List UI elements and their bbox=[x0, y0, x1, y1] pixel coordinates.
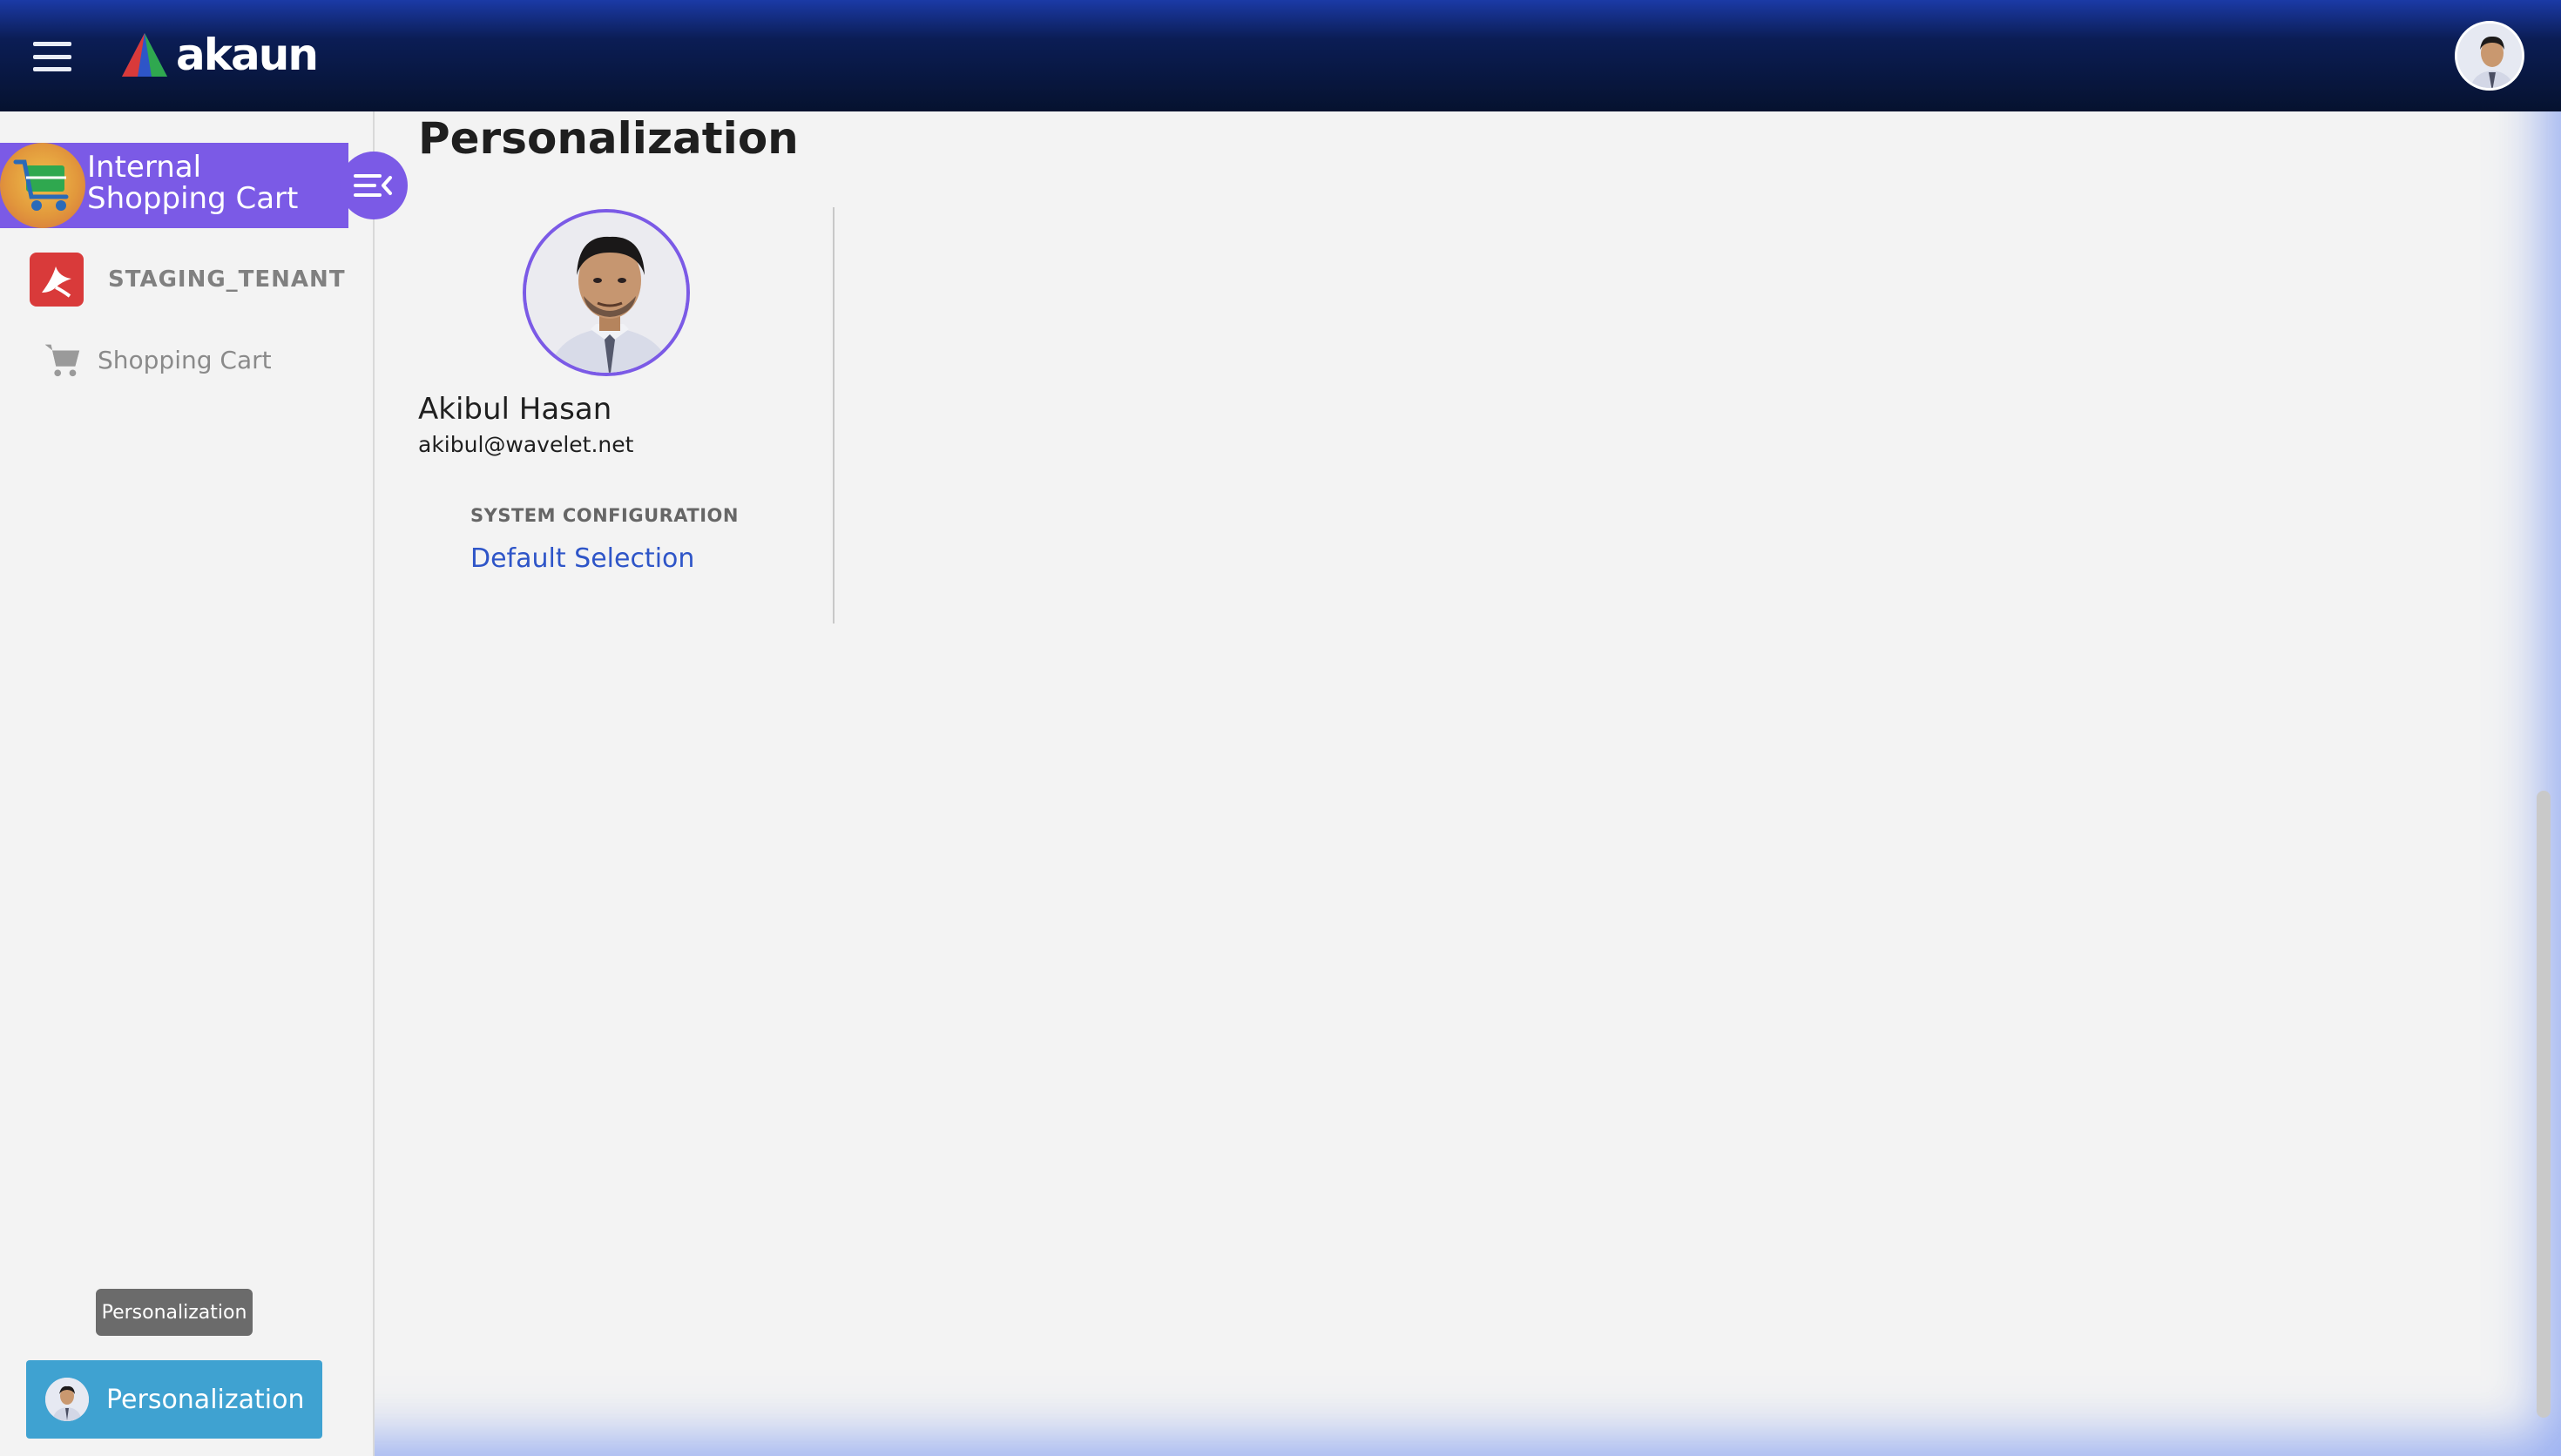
profile-email: akibul@wavelet.net bbox=[418, 432, 634, 457]
personalization-label: Personalization bbox=[106, 1384, 305, 1415]
brand-logo[interactable]: akaun bbox=[120, 26, 319, 84]
personalization-button[interactable]: Personalization bbox=[26, 1360, 322, 1439]
user-avatar-icon bbox=[2457, 24, 2522, 88]
app-switcher[interactable]: Internal Shopping Cart bbox=[0, 143, 348, 228]
top-bar: akaun bbox=[0, 0, 2561, 111]
page-title: Personalization bbox=[418, 113, 799, 164]
user-avatar[interactable] bbox=[2455, 21, 2524, 91]
scrollbar[interactable] bbox=[2537, 791, 2551, 1418]
hamburger-menu-icon[interactable] bbox=[33, 42, 71, 71]
sidebar-item-label: Shopping Cart bbox=[98, 345, 272, 374]
app-screen: akaun Internal Shopping Cart STAGING_TEN… bbox=[0, 0, 2561, 1456]
app-title: Internal Shopping Cart bbox=[87, 150, 299, 216]
tenant-label: STAGING_TENANT bbox=[108, 266, 346, 293]
system-configuration-label: SYSTEM CONFIGURATION bbox=[470, 505, 739, 526]
vertical-divider bbox=[833, 207, 835, 624]
logo-triangle-icon bbox=[122, 33, 167, 77]
default-selection-link[interactable]: Default Selection bbox=[470, 543, 694, 574]
tenant-selector[interactable]: STAGING_TENANT bbox=[30, 253, 361, 307]
profile-panel: Akibul Hasan akibul@wavelet.net SYSTEM C… bbox=[418, 207, 836, 624]
sidebar-item-shopping-cart[interactable]: Shopping Cart bbox=[42, 338, 355, 381]
brand-name: akaun bbox=[176, 30, 319, 80]
collapse-menu-icon[interactable] bbox=[340, 152, 408, 219]
shopping-cart-icon bbox=[44, 344, 80, 377]
profile-name: Akibul Hasan bbox=[418, 392, 612, 427]
user-avatar bbox=[45, 1378, 89, 1421]
tooltip: Personalization bbox=[96, 1289, 253, 1336]
profile-photo bbox=[523, 209, 690, 376]
tenant-logo-icon bbox=[30, 253, 84, 307]
shopping-cart-icon bbox=[0, 143, 85, 228]
sidebar: Internal Shopping Cart STAGING_TENANT Sh… bbox=[0, 111, 375, 1456]
